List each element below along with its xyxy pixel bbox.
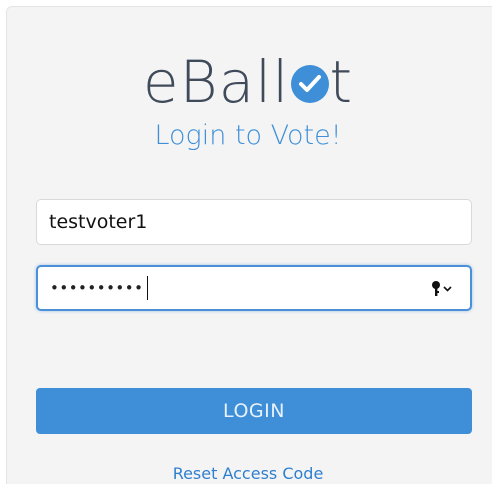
username-input[interactable] <box>37 200 471 244</box>
text-cursor <box>147 276 148 300</box>
chevron-down-icon <box>443 286 452 292</box>
eballot-logo: eBall t <box>0 47 496 117</box>
username-field[interactable] <box>36 199 472 245</box>
reset-access-code-link[interactable]: Reset Access Code <box>0 463 496 485</box>
logo-text-end: t <box>329 48 354 116</box>
page-subtitle: Login to Vote! <box>154 120 342 151</box>
password-manager-button[interactable] <box>430 279 454 299</box>
logo-text-start: eBall <box>142 48 290 116</box>
login-button[interactable]: LOGIN <box>36 388 472 434</box>
check-circle-icon <box>291 65 330 103</box>
key-icon <box>432 281 452 296</box>
password-masked-value[interactable]: •••••••••• <box>50 277 143 299</box>
password-field[interactable]: •••••••••• <box>36 265 472 311</box>
